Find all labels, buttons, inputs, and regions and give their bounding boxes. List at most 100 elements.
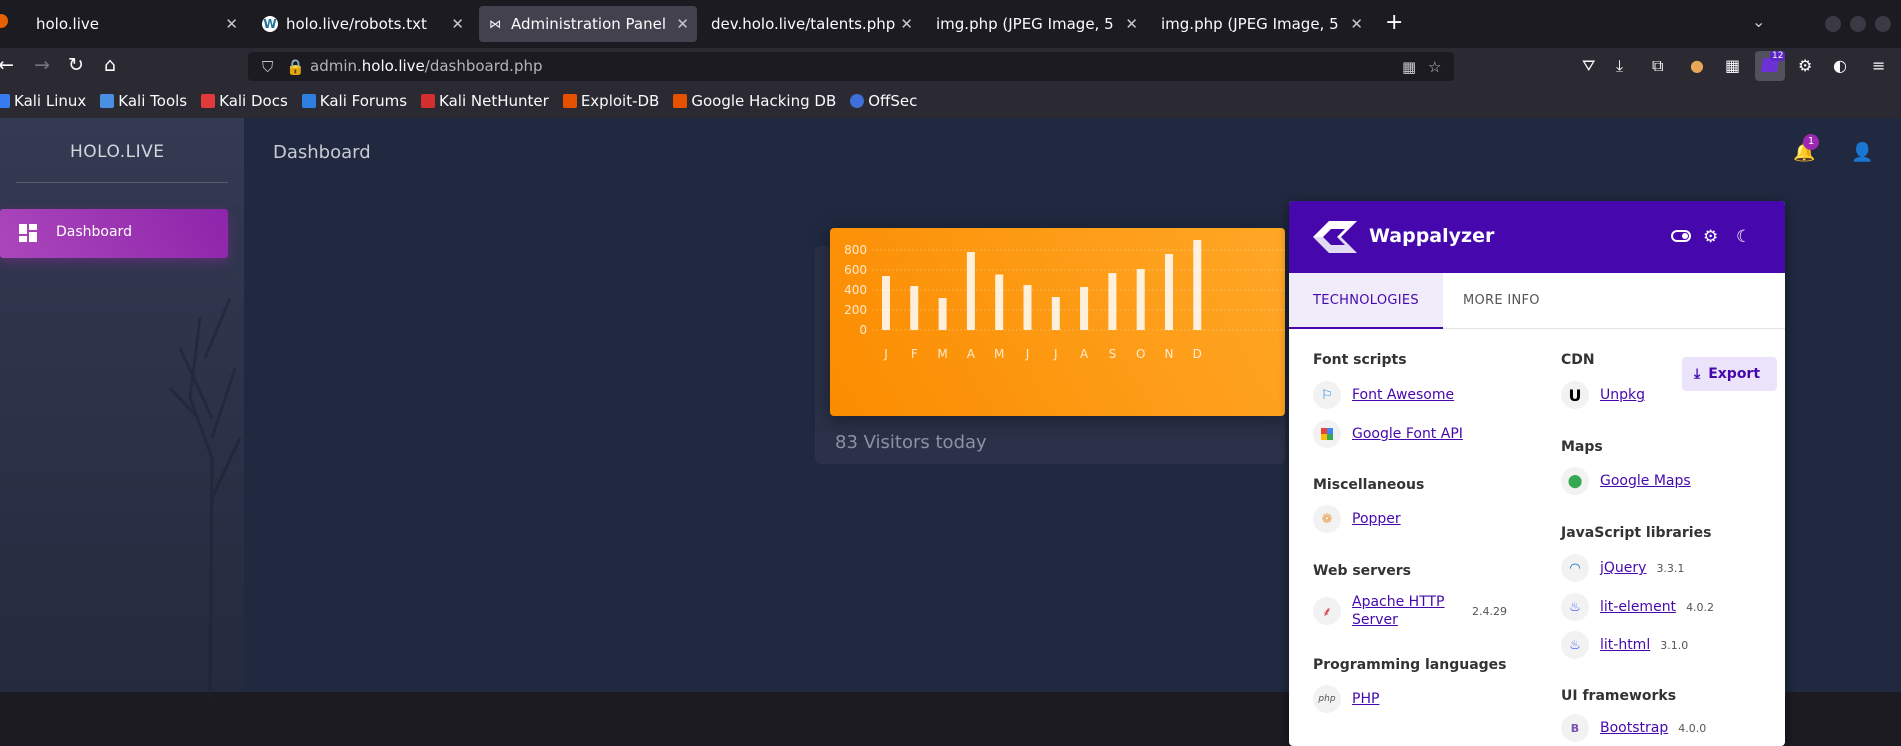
dashboard-icon xyxy=(19,224,37,242)
close-window-icon[interactable] xyxy=(1875,16,1891,32)
tech-version: 3.1.0 xyxy=(1660,638,1689,652)
tech-version: 3.3.1 xyxy=(1656,561,1685,575)
close-icon[interactable]: ✕ xyxy=(900,15,913,33)
category-web-servers: Web servers xyxy=(1313,563,1411,579)
x-tick-label: O xyxy=(1136,347,1145,361)
bookmark-google-hacking-db[interactable]: Google Hacking DB xyxy=(673,92,836,110)
tech-php[interactable]: php PHP xyxy=(1313,685,1379,713)
menu-icon[interactable]: ≡ xyxy=(1872,56,1885,75)
list-tabs-icon[interactable]: ⌄ xyxy=(1752,12,1765,31)
kali-forums-icon xyxy=(301,94,316,108)
close-icon[interactable]: ✕ xyxy=(225,15,238,33)
x-tick-label: M xyxy=(994,347,1004,361)
sidebar: HOLO.LIVE Dashboard xyxy=(0,118,244,698)
google-fonts-icon xyxy=(1313,420,1341,448)
url-bar[interactable]: ⛉ 🔒 admin.holo.live/dashboard.php ▦ ☆ xyxy=(248,52,1454,81)
settings-gear-icon[interactable]: ⚙ xyxy=(1703,227,1718,247)
tech-bootstrap[interactable]: B Bootstrap 4.0.0 xyxy=(1561,714,1706,742)
minimize-icon[interactable] xyxy=(1825,16,1841,32)
close-icon[interactable]: ✕ xyxy=(1350,15,1363,33)
toggle-icon[interactable] xyxy=(1671,227,1691,247)
bookmark-kali-forums[interactable]: Kali Forums xyxy=(301,92,407,110)
visitors-chart: 800 600 400 200 0 J F M A M J J A S O N D xyxy=(830,228,1285,416)
reload-icon[interactable]: ↻ xyxy=(68,54,84,76)
home-icon[interactable]: ⌂ xyxy=(104,54,116,76)
sidebar-brand[interactable]: HOLO.LIVE xyxy=(70,142,164,162)
bookmark-kali-docs[interactable]: Kali Docs xyxy=(201,92,288,110)
firefox-icon[interactable] xyxy=(0,14,8,28)
dark-mode-moon-icon[interactable]: ☾ xyxy=(1736,227,1751,247)
tech-lit-html[interactable]: ♨ lit-html 3.1.0 xyxy=(1561,631,1688,659)
sidebar-item-dashboard[interactable]: Dashboard xyxy=(0,209,228,258)
export-button[interactable]: ⤓ Export xyxy=(1682,357,1777,391)
tab-img-2[interactable]: img.php (JPEG Image, 500 × ✕ xyxy=(1153,6,1371,42)
close-icon[interactable]: ✕ xyxy=(1125,15,1138,33)
downloads-icon[interactable]: ⤓ xyxy=(1616,56,1623,76)
download-icon: ⤓ xyxy=(1694,366,1701,382)
maximize-icon[interactable] xyxy=(1850,16,1866,32)
wappalyzer-title: Wappalyzer xyxy=(1369,225,1495,247)
back-icon[interactable]: ← xyxy=(0,54,14,76)
tech-unpkg[interactable]: U Unpkg xyxy=(1561,381,1645,409)
y-tick-label: 800 xyxy=(844,243,867,257)
qr-code-icon[interactable]: ▦ xyxy=(1402,58,1416,76)
tab-img-1[interactable]: img.php (JPEG Image, 500 × ✕ xyxy=(928,6,1146,42)
tech-google-maps[interactable]: ⬤ Google Maps xyxy=(1561,467,1691,495)
tab-holo-live[interactable]: holo.live ✕ xyxy=(28,6,246,42)
bar xyxy=(995,274,1004,330)
bar xyxy=(938,298,947,330)
wappalyzer-logo-icon xyxy=(1313,221,1357,253)
hackbar-icon[interactable]: ⚙ xyxy=(1798,56,1812,75)
x-tick-label: A xyxy=(967,347,976,361)
tab-dev-talents[interactable]: dev.holo.live/talents.php ✕ xyxy=(703,6,921,42)
tech-version: 4.0.2 xyxy=(1686,600,1715,614)
pocket-icon[interactable]: ⛛ xyxy=(1582,56,1595,76)
user-icon[interactable]: 👤 xyxy=(1851,142,1873,163)
page-title: Dashboard xyxy=(273,142,371,163)
bookmark-kali-nethunter[interactable]: Kali NetHunter xyxy=(421,92,549,110)
y-tick-label: 600 xyxy=(844,263,867,277)
tab-label: img.php (JPEG Image, 500 × xyxy=(1161,15,1339,33)
tech-popper[interactable]: ❁ Popper xyxy=(1313,505,1401,533)
tab-robots[interactable]: W holo.live/robots.txt ✕ xyxy=(254,6,472,42)
lit-flame-icon: ♨ xyxy=(1561,631,1589,659)
tech-jquery[interactable]: ◠ jQuery 3.3.1 xyxy=(1561,554,1684,582)
grid-extension-icon[interactable]: ▦ xyxy=(1725,56,1740,75)
category-programming-languages: Programming languages xyxy=(1313,657,1507,673)
category-ui-frameworks: UI frameworks xyxy=(1561,688,1677,704)
bookmark-exploit-db[interactable]: Exploit-DB xyxy=(562,92,659,110)
shield-icon[interactable]: ⛉ xyxy=(262,58,273,76)
mask-icon[interactable]: ◐ xyxy=(1833,56,1847,75)
url-text[interactable]: admin.holo.live/dashboard.php xyxy=(310,57,543,75)
tech-lit-element[interactable]: ♨ lit-element 4.0.2 xyxy=(1561,593,1714,621)
bookmark-offsec[interactable]: OffSec xyxy=(850,92,917,110)
tab-administration-panel[interactable]: ⋈ Administration Panel ✕ xyxy=(479,6,697,42)
bookmarks-bar: Kali Linux Kali Tools Kali Docs Kali For… xyxy=(0,84,1901,118)
tab-technologies[interactable]: TECHNOLOGIES xyxy=(1289,273,1443,329)
php-icon: php xyxy=(1313,685,1341,713)
bar xyxy=(1108,273,1117,330)
new-tab-icon[interactable]: + xyxy=(1385,10,1403,35)
bookmark-kali-linux[interactable]: Kali Linux xyxy=(0,92,86,110)
cookie-extension-icon[interactable]: ● xyxy=(1690,56,1704,75)
tech-apache[interactable]: ⸙ Apache HTTP Server 2.4.29 xyxy=(1313,593,1507,629)
bar xyxy=(1136,269,1145,330)
kali-icon xyxy=(0,94,10,108)
bar-chart: 800 600 400 200 0 J F M A M J J A S O N D xyxy=(844,240,1285,361)
bookmark-star-icon[interactable]: ☆ xyxy=(1428,58,1441,76)
kali-docs-icon xyxy=(201,94,216,108)
wappalyzer-extension-button[interactable]: 12 xyxy=(1755,51,1786,81)
extensions-icon[interactable]: ⧉ xyxy=(1652,56,1663,76)
tech-google-font-api[interactable]: Google Font API xyxy=(1313,420,1463,448)
bar xyxy=(1023,285,1032,330)
exploit-db-icon xyxy=(562,94,577,108)
forward-icon[interactable]: → xyxy=(34,54,50,76)
bookmark-kali-tools[interactable]: Kali Tools xyxy=(100,92,187,110)
lock-icon[interactable]: 🔒 xyxy=(286,58,305,76)
close-icon[interactable]: ✕ xyxy=(676,15,689,33)
tab-more-info[interactable]: MORE INFO xyxy=(1439,273,1564,329)
tech-font-awesome[interactable]: ⚐ Font Awesome xyxy=(1313,381,1454,409)
close-icon[interactable]: ✕ xyxy=(451,15,464,33)
tab-label: holo.live xyxy=(36,15,99,33)
tech-version: 2.4.29 xyxy=(1472,604,1507,618)
